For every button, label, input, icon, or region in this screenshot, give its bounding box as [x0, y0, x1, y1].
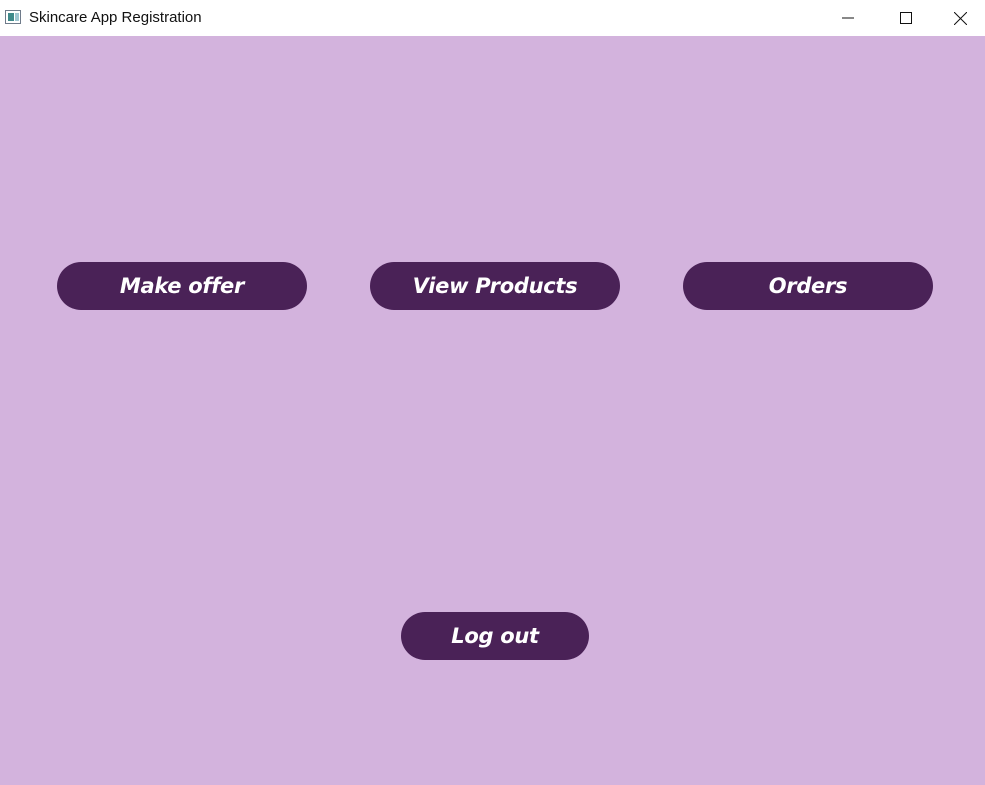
minimize-icon — [842, 17, 854, 19]
maximize-button[interactable] — [877, 0, 935, 36]
make-offer-button[interactable]: Make offer — [57, 262, 307, 310]
close-button[interactable] — [935, 0, 985, 36]
orders-button[interactable]: Orders — [683, 262, 933, 310]
title-bar: Skincare App Registration — [0, 0, 985, 36]
app-window: Skincare App Registration Make offer Vie… — [0, 0, 985, 785]
maximize-icon — [900, 12, 912, 24]
log-out-button[interactable]: Log out — [401, 612, 589, 660]
minimize-button[interactable] — [819, 0, 877, 36]
view-products-button[interactable]: View Products — [370, 262, 620, 310]
app-window-icon — [5, 10, 21, 24]
window-title: Skincare App Registration — [29, 9, 202, 26]
close-icon — [953, 11, 967, 25]
